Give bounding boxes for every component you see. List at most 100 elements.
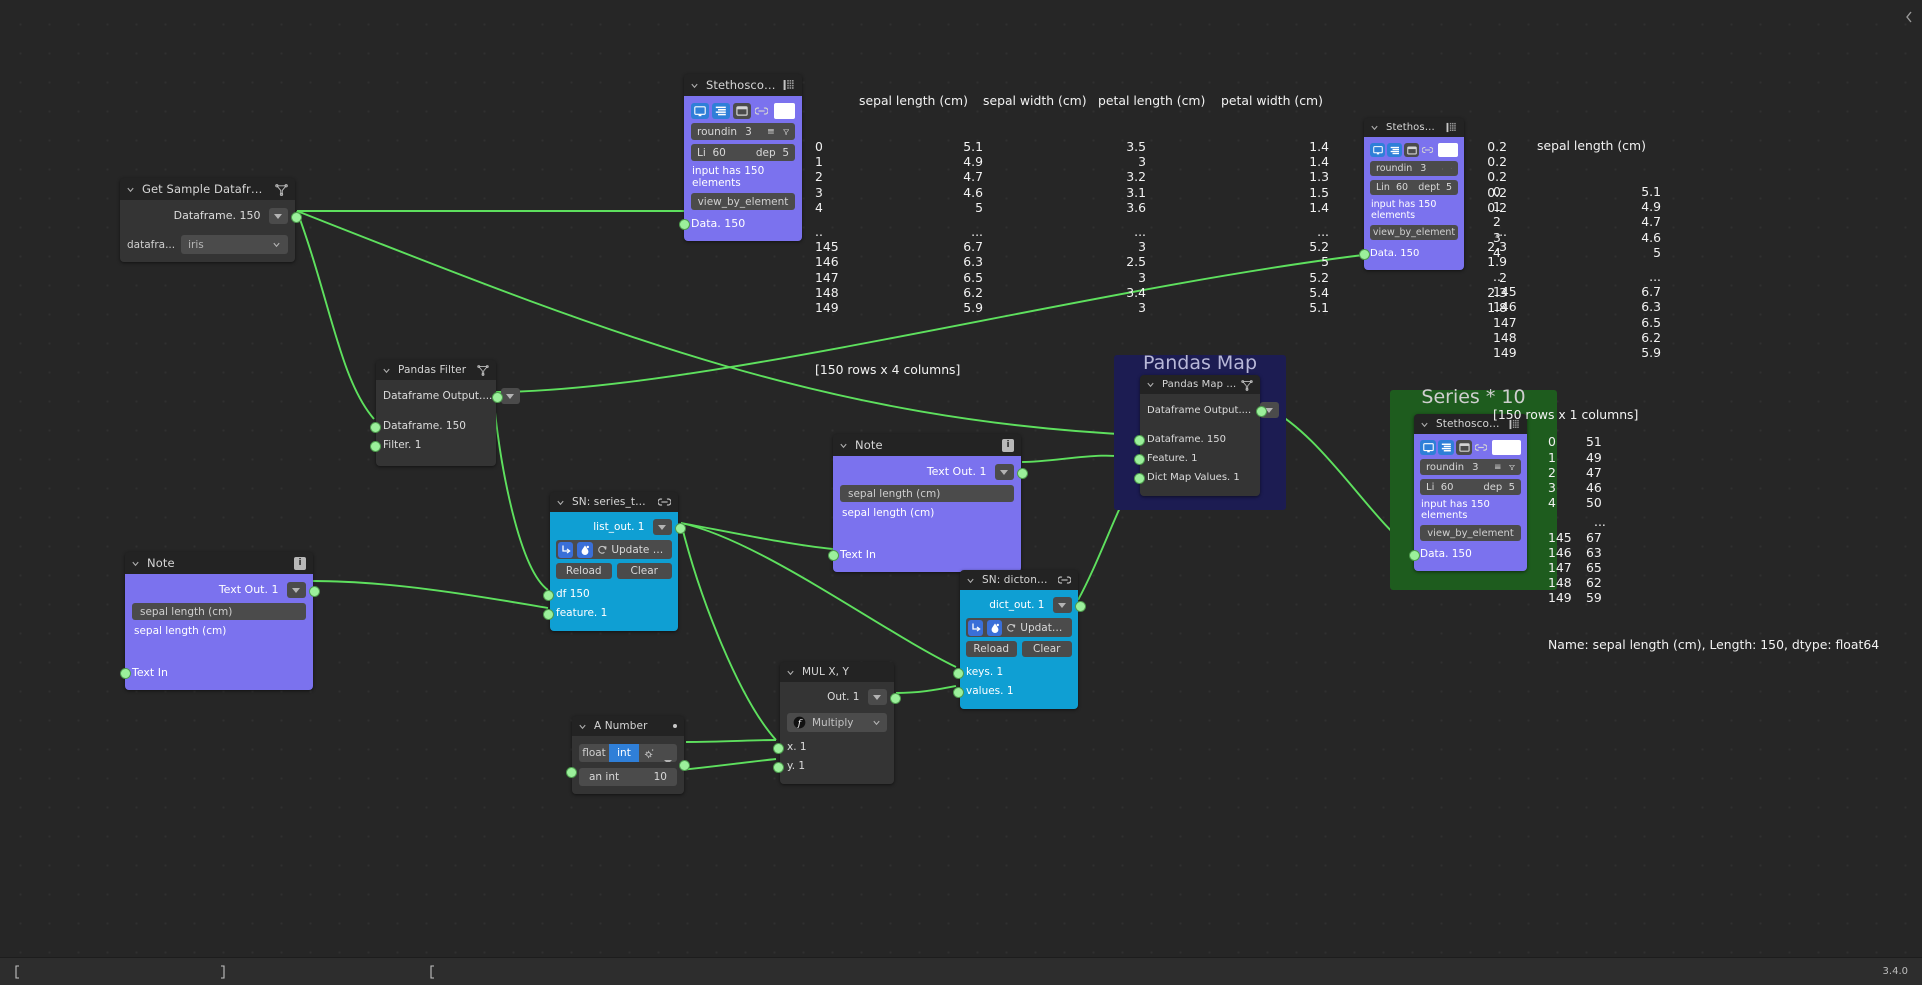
socket-dot[interactable] bbox=[953, 668, 964, 679]
note-text-field[interactable]: sepal length (cm) bbox=[132, 603, 306, 620]
list-icon[interactable] bbox=[1438, 440, 1454, 455]
info-icon[interactable]: i bbox=[294, 556, 306, 570]
chevron-down-icon[interactable] bbox=[382, 366, 391, 375]
reload-button[interactable]: Reload bbox=[556, 563, 612, 579]
socket-in-filter[interactable]: Filter. 1 bbox=[370, 436, 489, 455]
socket-in-feature[interactable]: Feature. 1 bbox=[1134, 449, 1253, 468]
node-a-number[interactable]: A Number float int an int 10 bbox=[566, 716, 690, 794]
socket-in-keys[interactable]: keys. 1 bbox=[953, 663, 1072, 682]
sidebar-collapse-button[interactable] bbox=[1896, 0, 1922, 34]
lines-depth-strip[interactable]: Li 60 dep 5 bbox=[691, 144, 795, 161]
link-icon[interactable] bbox=[1474, 442, 1488, 453]
node-dictonary[interactable]: SN: dictonary dict_out. 1 Update Reload … bbox=[953, 570, 1086, 709]
lines-icon[interactable] bbox=[767, 126, 775, 137]
reroute-icon[interactable] bbox=[968, 619, 983, 636]
socket-dot[interactable] bbox=[1075, 600, 1086, 612]
socket-in-text[interactable]: Text In bbox=[828, 545, 1014, 564]
number-value-field[interactable]: an int 10 bbox=[579, 768, 677, 786]
socket-out-list[interactable]: list_out. 1 bbox=[556, 517, 686, 537]
lines-icon[interactable] bbox=[1494, 462, 1502, 472]
socket-dot[interactable] bbox=[1409, 550, 1420, 561]
reload-button[interactable]: Reload bbox=[966, 641, 1017, 657]
chevron-down-icon[interactable] bbox=[839, 441, 848, 450]
type-int-option[interactable]: int bbox=[609, 744, 639, 762]
update-node-row[interactable]: Update N... bbox=[966, 618, 1072, 637]
rounding-strip[interactable]: roundin 3 bbox=[691, 123, 795, 140]
socket-dot[interactable] bbox=[370, 422, 381, 433]
node-header-get-sample-dataframe[interactable]: Get Sample Dataframe bbox=[120, 178, 295, 200]
monitor-icon[interactable] bbox=[691, 103, 709, 119]
node-header-series-to-list[interactable]: SN: series_to_list bbox=[550, 492, 678, 512]
view-by-element-button[interactable]: view_by_element bbox=[691, 193, 795, 210]
operation-select[interactable]: f Multiply bbox=[787, 713, 887, 732]
chevron-down-icon[interactable] bbox=[995, 464, 1014, 480]
socket-dot[interactable] bbox=[679, 219, 690, 230]
mesh-filter-icon[interactable] bbox=[477, 364, 489, 376]
droplet-icon[interactable] bbox=[987, 619, 1002, 636]
clear-button[interactable]: Clear bbox=[1021, 641, 1072, 657]
bracket-open-icon[interactable] bbox=[13, 964, 22, 979]
socket-in-values[interactable]: values. 1 bbox=[953, 682, 1072, 701]
socket-dot-in[interactable] bbox=[566, 767, 577, 778]
frame-icon[interactable] bbox=[1456, 440, 1472, 455]
socket-dot[interactable] bbox=[543, 609, 554, 620]
chevron-left-icon[interactable] bbox=[1904, 10, 1914, 24]
node-header-note-right[interactable]: Note i bbox=[833, 434, 1021, 456]
socket-dot[interactable] bbox=[828, 550, 839, 561]
node-header-a-number[interactable]: A Number bbox=[572, 716, 684, 736]
stethoscope-icon-bar[interactable] bbox=[691, 103, 795, 119]
note-text-field[interactable]: sepal length (cm) bbox=[840, 485, 1014, 502]
refresh-icon[interactable] bbox=[597, 544, 608, 556]
status-icon-3[interactable] bbox=[422, 964, 442, 979]
socket-dot[interactable] bbox=[370, 441, 381, 452]
socket-in-dataframe[interactable]: Dataframe. 150 bbox=[370, 417, 489, 436]
number-type-toggle[interactable]: float int bbox=[579, 744, 677, 762]
socket-dot[interactable] bbox=[492, 391, 503, 403]
socket-out-dataframe[interactable]: Dataframe Output.... bbox=[383, 386, 520, 406]
link-icon[interactable] bbox=[1058, 574, 1071, 586]
socket-in-data[interactable]: Data. 150 bbox=[1409, 545, 1521, 564]
node-header-note-left[interactable]: Note i bbox=[125, 552, 313, 574]
socket-dot[interactable] bbox=[773, 743, 784, 754]
dataframe-select[interactable]: iris bbox=[181, 235, 288, 254]
node-note-left[interactable]: Note i Text Out. 1 sepal length (cm) sep… bbox=[120, 552, 320, 690]
socket-dot[interactable] bbox=[1134, 473, 1145, 484]
chevron-down-icon[interactable] bbox=[1053, 597, 1072, 613]
chevron-down-icon[interactable] bbox=[556, 498, 565, 507]
socket-dot[interactable] bbox=[890, 692, 901, 704]
socket-in-dataframe[interactable]: Dataframe. 150 bbox=[1134, 430, 1253, 449]
socket-in-data[interactable]: Data. 150 bbox=[679, 214, 795, 233]
grid-icon[interactable] bbox=[783, 79, 795, 91]
gear-icon[interactable] bbox=[639, 744, 659, 762]
chevron-down-icon[interactable] bbox=[126, 185, 135, 194]
status-icon-2[interactable] bbox=[212, 964, 232, 979]
filter-icon[interactable] bbox=[782, 126, 789, 138]
clear-button[interactable]: Clear bbox=[616, 563, 672, 579]
node-pandas-filter[interactable]: Pandas Filter Dataframe Output.... Dataf… bbox=[370, 360, 520, 466]
socket-dot[interactable] bbox=[953, 687, 964, 698]
socket-in-df[interactable]: df 150 bbox=[543, 585, 672, 604]
info-icon[interactable]: i bbox=[1002, 438, 1014, 452]
filter-icon[interactable] bbox=[1509, 462, 1515, 473]
chevron-down-icon[interactable] bbox=[287, 582, 306, 598]
socket-in-x[interactable]: x. 1 bbox=[773, 738, 887, 757]
link-icon[interactable] bbox=[658, 496, 671, 508]
chevron-down-icon[interactable] bbox=[1420, 420, 1429, 429]
frame-icon[interactable] bbox=[733, 103, 751, 119]
reroute-icon[interactable] bbox=[558, 541, 574, 558]
update-node-row[interactable]: Update Node bbox=[556, 540, 672, 559]
link-icon[interactable] bbox=[754, 105, 769, 117]
socket-out-text[interactable]: Text Out. 1 bbox=[840, 462, 1028, 482]
list-icon[interactable] bbox=[712, 103, 730, 119]
refresh-icon[interactable] bbox=[1006, 622, 1016, 634]
socket-dot[interactable] bbox=[1134, 435, 1145, 446]
chevron-down-icon[interactable] bbox=[653, 519, 672, 535]
node-header-mul-xy[interactable]: MUL X, Y bbox=[780, 662, 894, 682]
socket-out-dict[interactable]: dict_out. 1 bbox=[966, 595, 1086, 615]
status-icon-1[interactable] bbox=[0, 964, 34, 979]
socket-dot[interactable] bbox=[773, 762, 784, 773]
node-stethoscope-top[interactable]: Stethoscope MK2 bbox=[679, 74, 802, 241]
node-header-pandas-filter[interactable]: Pandas Filter bbox=[376, 360, 496, 380]
socket-dot-out[interactable] bbox=[679, 759, 690, 771]
node-editor-canvas[interactable]: Pandas Map Features Series * 10 Get Samp… bbox=[0, 0, 1922, 958]
